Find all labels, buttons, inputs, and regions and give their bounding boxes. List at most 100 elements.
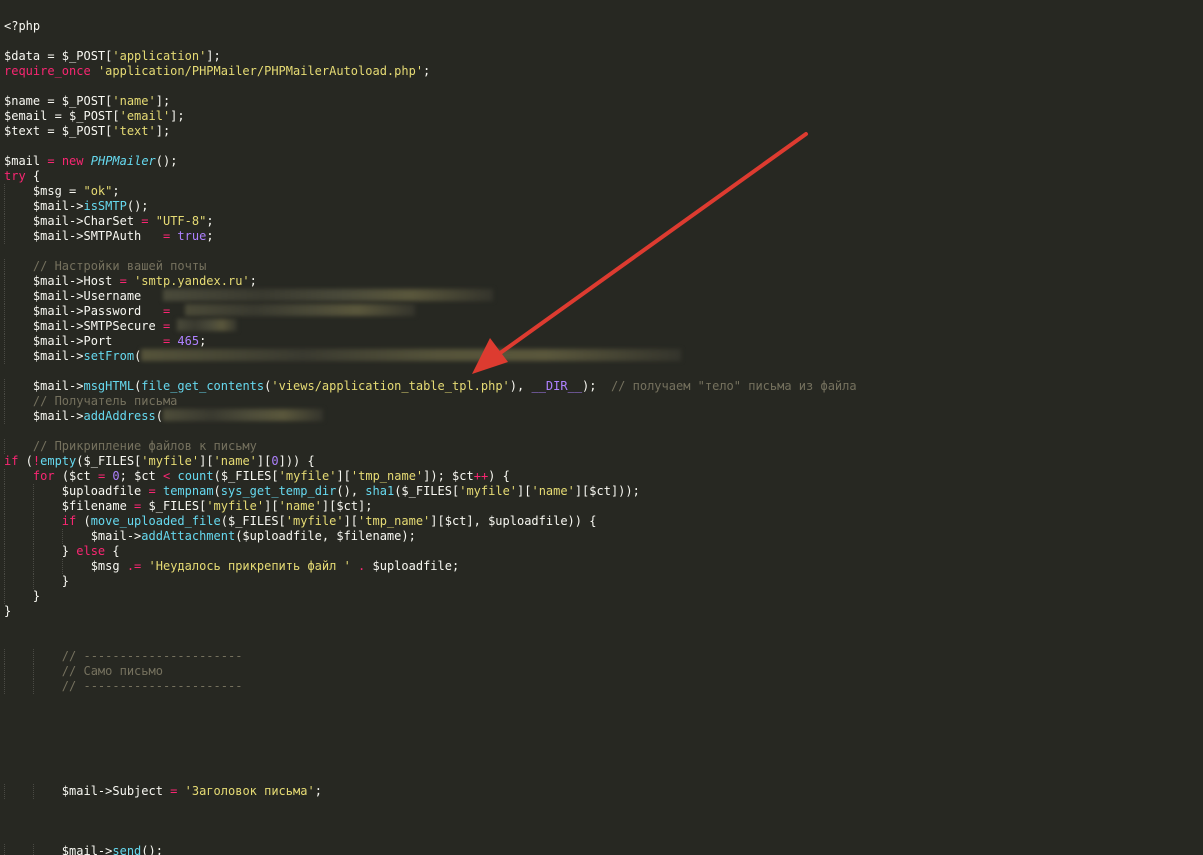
- string-token: "UTF-8": [155, 214, 207, 228]
- code-line[interactable]: [4, 79, 857, 94]
- code-area[interactable]: <?php $data = $_POST['application']; requi…: [4, 19, 857, 855]
- code-line[interactable]: $data = $_POST['application'];: [4, 49, 857, 64]
- code-text: $mail: [4, 154, 48, 168]
- code-line[interactable]: try {: [4, 169, 857, 184]
- code-text: ][: [199, 454, 214, 468]
- code-line[interactable]: // Само письмо: [4, 664, 857, 679]
- code-line[interactable]: // Получатель письма: [4, 394, 857, 409]
- code-text: ][: [343, 514, 359, 528]
- code-line[interactable]: <?php: [4, 19, 857, 34]
- code-line[interactable]: $mail->CharSet = "UTF-8";: [4, 214, 857, 229]
- code-line[interactable]: [4, 634, 857, 649]
- code-line[interactable]: [4, 34, 857, 49]
- code-line[interactable]: [4, 139, 857, 154]
- code-line[interactable]: $mail->SMTPSecure =: [4, 319, 857, 334]
- code-text: ];: [155, 94, 171, 108]
- code-text: {: [25, 169, 41, 183]
- code-line[interactable]: [4, 754, 857, 769]
- redacted-value: [141, 349, 682, 361]
- code-line[interactable]: if (move_uploaded_file($_FILES['myfile']…: [4, 514, 857, 529]
- code-line[interactable]: // Настройки вашей почты: [4, 259, 857, 274]
- function-token: addAttachment: [141, 529, 236, 543]
- keyword-token: else: [76, 544, 106, 558]
- code-text: ; $ct: [119, 469, 164, 483]
- code-line[interactable]: $msg .= 'Неудалось прикрепить файл ' . $…: [4, 559, 857, 574]
- code-line[interactable]: $mail->isSMTP();: [4, 199, 857, 214]
- code-line[interactable]: [4, 619, 857, 634]
- code-line[interactable]: $mail->Password =: [4, 304, 857, 319]
- code-line[interactable]: $msg = "ok";: [4, 184, 857, 199]
- code-text: $mail->SMTPSecure: [4, 319, 163, 333]
- code-text: $mail->: [4, 529, 142, 543]
- indent-guide: [4, 199, 5, 214]
- code-line[interactable]: $uploadfile = tempnam(sys_get_temp_dir()…: [4, 484, 857, 499]
- code-line[interactable]: [4, 769, 857, 784]
- code-text: $email = $_POST[: [4, 109, 120, 123]
- indent-guide: [4, 844, 5, 855]
- code-text: ]); $ct: [423, 469, 474, 483]
- code-line[interactable]: [4, 694, 857, 709]
- code-text: }: [4, 589, 41, 603]
- code-line[interactable]: [4, 829, 857, 844]
- code-line[interactable]: $mail->Username: [4, 289, 857, 304]
- code-line[interactable]: $mail->SMTPAuth = true;: [4, 229, 857, 244]
- code-line[interactable]: for ($ct = 0; $ct < count($_FILES['myfil…: [4, 469, 857, 484]
- code-line[interactable]: }: [4, 604, 857, 619]
- code-line[interactable]: }: [4, 589, 857, 604]
- number-token: 0: [271, 454, 279, 468]
- indent-guide: [32, 844, 34, 855]
- code-line[interactable]: $mail->Port = 465;: [4, 334, 857, 349]
- code-line[interactable]: $filename = $_FILES['myfile']['name'][$c…: [4, 499, 857, 514]
- function-token: setFrom: [83, 349, 135, 363]
- code-line[interactable]: }: [4, 574, 857, 589]
- code-line[interactable]: if (!empty($_FILES['myfile']['name'][0])…: [4, 454, 857, 469]
- operator-token: =: [148, 484, 156, 498]
- code-line[interactable]: $email = $_POST['email'];: [4, 109, 857, 124]
- indent-guide: [32, 499, 34, 514]
- code-text: ;: [206, 229, 214, 243]
- keyword-token: if: [61, 514, 77, 528]
- code-line[interactable]: [4, 739, 857, 754]
- code-line[interactable]: $mail->msgHTML(file_get_contents('views/…: [4, 379, 857, 394]
- code-line[interactable]: [4, 364, 857, 379]
- function-token: sys_get_temp_dir: [220, 484, 337, 498]
- code-text: ][$ct];: [321, 499, 373, 513]
- string-token: 'text': [112, 124, 156, 138]
- code-text: ($_FILES[: [220, 514, 286, 528]
- code-text: $msg =: [4, 184, 84, 198]
- indent-guide: [4, 289, 5, 304]
- keyword-token: new: [61, 154, 84, 168]
- code-text: ];: [155, 124, 171, 138]
- code-line[interactable]: $mail->setFrom(: [4, 349, 857, 364]
- code-line[interactable]: $name = $_POST['name'];: [4, 94, 857, 109]
- code-line[interactable]: $mail->Subject = 'Заголовок письма';: [4, 784, 857, 799]
- code-line[interactable]: $mail->addAddress(: [4, 409, 857, 424]
- code-line[interactable]: [4, 724, 857, 739]
- code-line[interactable]: $mail = new PHPMailer();: [4, 154, 857, 169]
- code-text: ($_FILES[: [76, 454, 142, 468]
- code-line[interactable]: require_once 'application/PHPMailer/PHPM…: [4, 64, 857, 79]
- indent-guide: [4, 559, 5, 574]
- code-line[interactable]: } else {: [4, 544, 857, 559]
- code-line[interactable]: [4, 814, 857, 829]
- code-line[interactable]: // Прикрипление файлов к письму: [4, 439, 857, 454]
- code-line[interactable]: $mail->Host = 'smtp.yandex.ru';: [4, 274, 857, 289]
- code-line[interactable]: $mail->send();: [4, 844, 857, 855]
- code-text: (: [213, 484, 221, 498]
- code-line[interactable]: $text = $_POST['text'];: [4, 124, 857, 139]
- string-token: 'myfile': [459, 484, 518, 498]
- indent-guide: [4, 439, 5, 454]
- code-text: ][: [256, 454, 272, 468]
- code-line[interactable]: [4, 799, 857, 814]
- code-line[interactable]: $mail->addAttachment($uploadfile, $filen…: [4, 529, 857, 544]
- code-line[interactable]: [4, 244, 857, 259]
- operator-token: =: [47, 154, 55, 168]
- code-line[interactable]: [4, 709, 857, 724]
- code-line[interactable]: // ----------------------: [4, 679, 857, 694]
- code-editor[interactable]: <?php $data = $_POST['application']; requi…: [0, 0, 1203, 855]
- code-line[interactable]: // ----------------------: [4, 649, 857, 664]
- code-line[interactable]: [4, 424, 857, 439]
- indent-guide: [32, 679, 34, 694]
